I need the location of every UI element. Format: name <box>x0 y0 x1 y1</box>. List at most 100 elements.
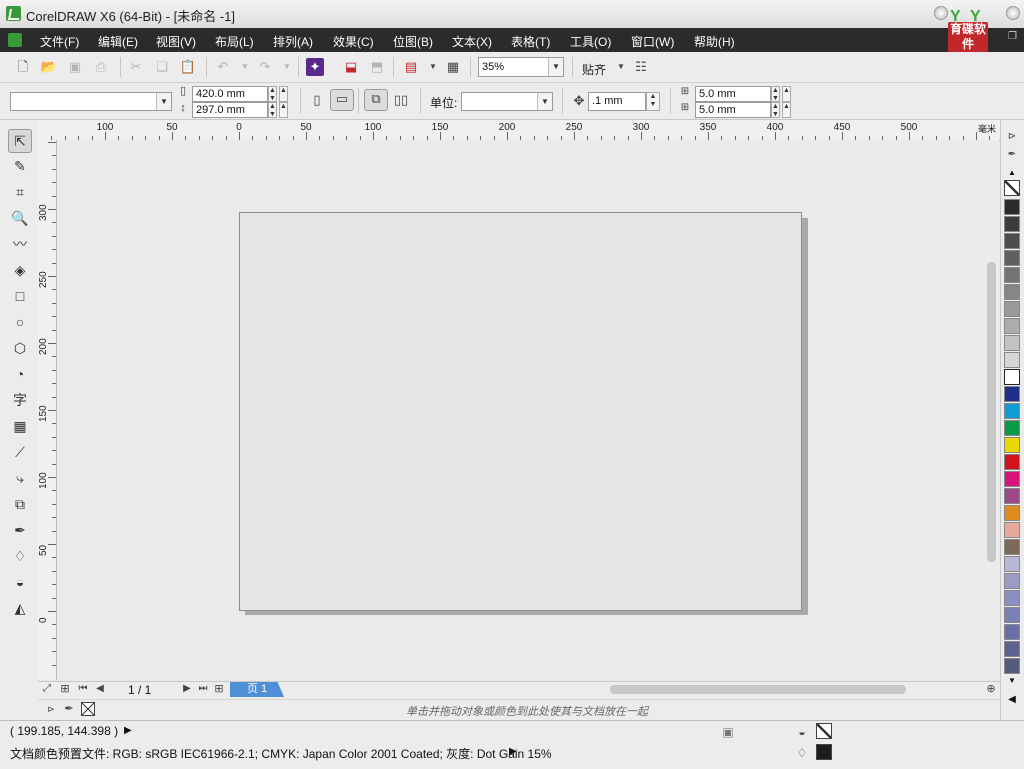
mdi-restore-icon[interactable]: ❐ <box>1008 31 1017 42</box>
smart-fill-icon[interactable]: ◈ <box>9 259 31 281</box>
zoom-one-shot-icon[interactable]: ⤢ <box>40 681 54 697</box>
palette-swatch[interactable] <box>1004 488 1020 504</box>
color-profile-info[interactable]: 文档颜色预置文件: RGB: sRGB IEC61966-2.1; CMYK: … <box>10 745 552 762</box>
redo-dropdown-icon[interactable]: ▼ <box>278 58 296 76</box>
page-height-input[interactable]: 297.0 mm <box>192 102 268 118</box>
dup-x-spin-icon[interactable]: ▲ ▼ <box>771 86 780 102</box>
menu-window[interactable]: 窗口(W) <box>631 33 674 50</box>
menu-table[interactable]: 表格(T) <box>511 33 550 50</box>
palette-swatch[interactable] <box>1004 454 1020 470</box>
palette-swatch[interactable] <box>1004 233 1020 249</box>
add-page-after-icon[interactable]: ⊞ <box>212 681 226 697</box>
search-content-icon[interactable]: ✦ <box>306 58 324 76</box>
palette-swatch[interactable] <box>1004 199 1020 215</box>
first-page-icon[interactable]: ⏮ <box>76 681 90 697</box>
palette-scroll-down-icon[interactable]: ▼ <box>1004 676 1020 685</box>
palette-swatch[interactable] <box>1004 352 1020 368</box>
ellipse-tool-icon[interactable]: ○ <box>9 311 31 333</box>
drawing-page[interactable] <box>239 212 802 611</box>
open-icon[interactable]: 📂 <box>40 58 58 76</box>
previous-page-icon[interactable]: ◀ <box>93 681 107 697</box>
export-icon[interactable]: ⬒ <box>368 58 386 76</box>
vertical-scroll-thumb[interactable] <box>987 262 996 562</box>
chevron-down-icon[interactable]: ▼ <box>537 93 552 110</box>
palette-no-fill-swatch[interactable] <box>1004 180 1020 196</box>
no-color-swatch[interactable] <box>81 702 95 716</box>
blend-tool-icon[interactable]: ⧉ <box>9 493 31 515</box>
redo-icon[interactable]: ↷ <box>256 58 274 76</box>
copy-icon[interactable]: ❏ <box>153 58 171 76</box>
dup-x-spin-up-icon[interactable]: ▲ <box>782 86 791 102</box>
duplicate-y-input[interactable]: 5.0 mm <box>695 102 771 118</box>
nudge-spin-icon[interactable]: ▲ ▼ <box>646 92 660 111</box>
table-tool-icon[interactable]: ▦ <box>9 415 31 437</box>
fill-none-indicator[interactable] <box>816 723 832 739</box>
interactive-fill-icon[interactable]: ◭ <box>9 597 31 619</box>
menu-help[interactable]: 帮助(H) <box>694 33 735 50</box>
height-spin-up-icon[interactable]: ▲ <box>279 102 288 118</box>
horizontal-scroll-thumb[interactable] <box>610 685 906 694</box>
freehand-tool-icon[interactable]: 〰 <box>9 233 31 255</box>
palette-swatch[interactable] <box>1004 607 1020 623</box>
outline-pen-status-icon[interactable]: ♢ <box>794 744 810 760</box>
palette-swatch[interactable] <box>1004 386 1020 402</box>
outline-color-indicator[interactable] <box>816 744 832 760</box>
palette-swatch[interactable] <box>1004 573 1020 589</box>
units-select[interactable]: ▼ <box>461 92 553 111</box>
fill-bucket-icon[interactable]: ◒ <box>794 723 810 739</box>
dup-y-spin-up-icon[interactable]: ▲ <box>782 102 791 118</box>
zoom-level-combo[interactable]: 35% ▼ <box>478 57 564 77</box>
palette-swatch[interactable] <box>1004 522 1020 538</box>
menu-layout[interactable]: 布局(L) <box>215 33 254 50</box>
last-page-icon[interactable]: ⏭ <box>196 681 210 697</box>
coreldraw-app-icon[interactable] <box>6 6 21 21</box>
palette-swatch[interactable] <box>1004 403 1020 419</box>
zoom-tool-icon[interactable]: 🔍 <box>9 207 31 229</box>
rectangle-tool-icon[interactable]: □ <box>9 285 31 307</box>
all-pages-icon[interactable]: ⧉ <box>364 89 388 111</box>
next-page-icon[interactable]: ▶ <box>180 681 194 697</box>
dimension-tool-icon[interactable]: ⟋ <box>9 441 31 463</box>
eyedropper-icon[interactable]: ✒ <box>62 701 76 717</box>
zoom-navigator-icon[interactable]: ⊕ <box>984 681 998 697</box>
palette-scroll-up-icon[interactable]: ▲ <box>1004 168 1020 177</box>
coords-expand-icon[interactable]: ▶ <box>124 725 132 736</box>
close-button[interactable] <box>1006 6 1020 20</box>
profile-expand-icon[interactable]: ▶ <box>509 746 517 757</box>
palette-swatch[interactable] <box>1004 420 1020 436</box>
basic-shapes-icon[interactable]: ◔ <box>9 363 31 385</box>
chevron-down-icon[interactable]: ▼ <box>156 93 171 110</box>
cut-icon[interactable]: ✂ <box>127 58 145 76</box>
palette-swatch[interactable] <box>1004 658 1020 674</box>
chevron-down-icon[interactable]: ▼ <box>548 58 563 76</box>
eyedropper-tool-icon[interactable]: ✒ <box>9 519 31 541</box>
current-page-icon[interactable]: ▯▯ <box>392 91 410 109</box>
menu-effects[interactable]: 效果(C) <box>333 33 374 50</box>
outline-pen-icon[interactable]: ♢ <box>9 545 31 567</box>
menu-arrange[interactable]: 排列(A) <box>273 33 313 50</box>
width-spin-icon[interactable]: ▲ ▼ <box>268 86 277 102</box>
welcome-screen-icon[interactable]: ▦ <box>444 58 462 76</box>
print-icon[interactable]: ⎙ <box>92 58 110 76</box>
paste-icon[interactable]: 📋 <box>179 58 197 76</box>
vertical-ruler[interactable]: 300 250 200 150 100 50 0 <box>38 140 57 680</box>
shape-tool-icon[interactable]: ✎ <box>9 155 31 177</box>
menu-file[interactable]: 文件(F) <box>40 33 79 50</box>
horizontal-ruler[interactable]: 100 50 0 50 100 150 200 250 300 350 400 450 500 <box>38 120 1000 141</box>
width-spin-up-icon[interactable]: ▲ <box>279 86 288 102</box>
crop-tool-icon[interactable]: ⌗ <box>9 181 31 203</box>
fill-tool-icon[interactable]: ◒ <box>9 571 31 593</box>
landscape-icon[interactable]: ▭ <box>330 89 354 111</box>
palette-swatch[interactable] <box>1004 539 1020 555</box>
connector-tool-icon[interactable]: ⤷ <box>9 467 31 489</box>
duplicate-x-input[interactable]: 5.0 mm <box>695 86 771 102</box>
add-page-before-icon[interactable]: ⊞ <box>58 681 72 697</box>
import-icon[interactable]: ⬓ <box>342 58 360 76</box>
palette-swatch[interactable] <box>1004 335 1020 351</box>
polygon-tool-icon[interactable]: ⬡ <box>9 337 31 359</box>
document-settings-icon[interactable]: ▣ <box>720 723 736 739</box>
palette-eyedropper-icon[interactable]: ✒ <box>1004 146 1020 162</box>
document-menu-icon[interactable] <box>8 33 22 47</box>
palette-swatch[interactable] <box>1004 369 1020 385</box>
palette-swatch[interactable] <box>1004 267 1020 283</box>
